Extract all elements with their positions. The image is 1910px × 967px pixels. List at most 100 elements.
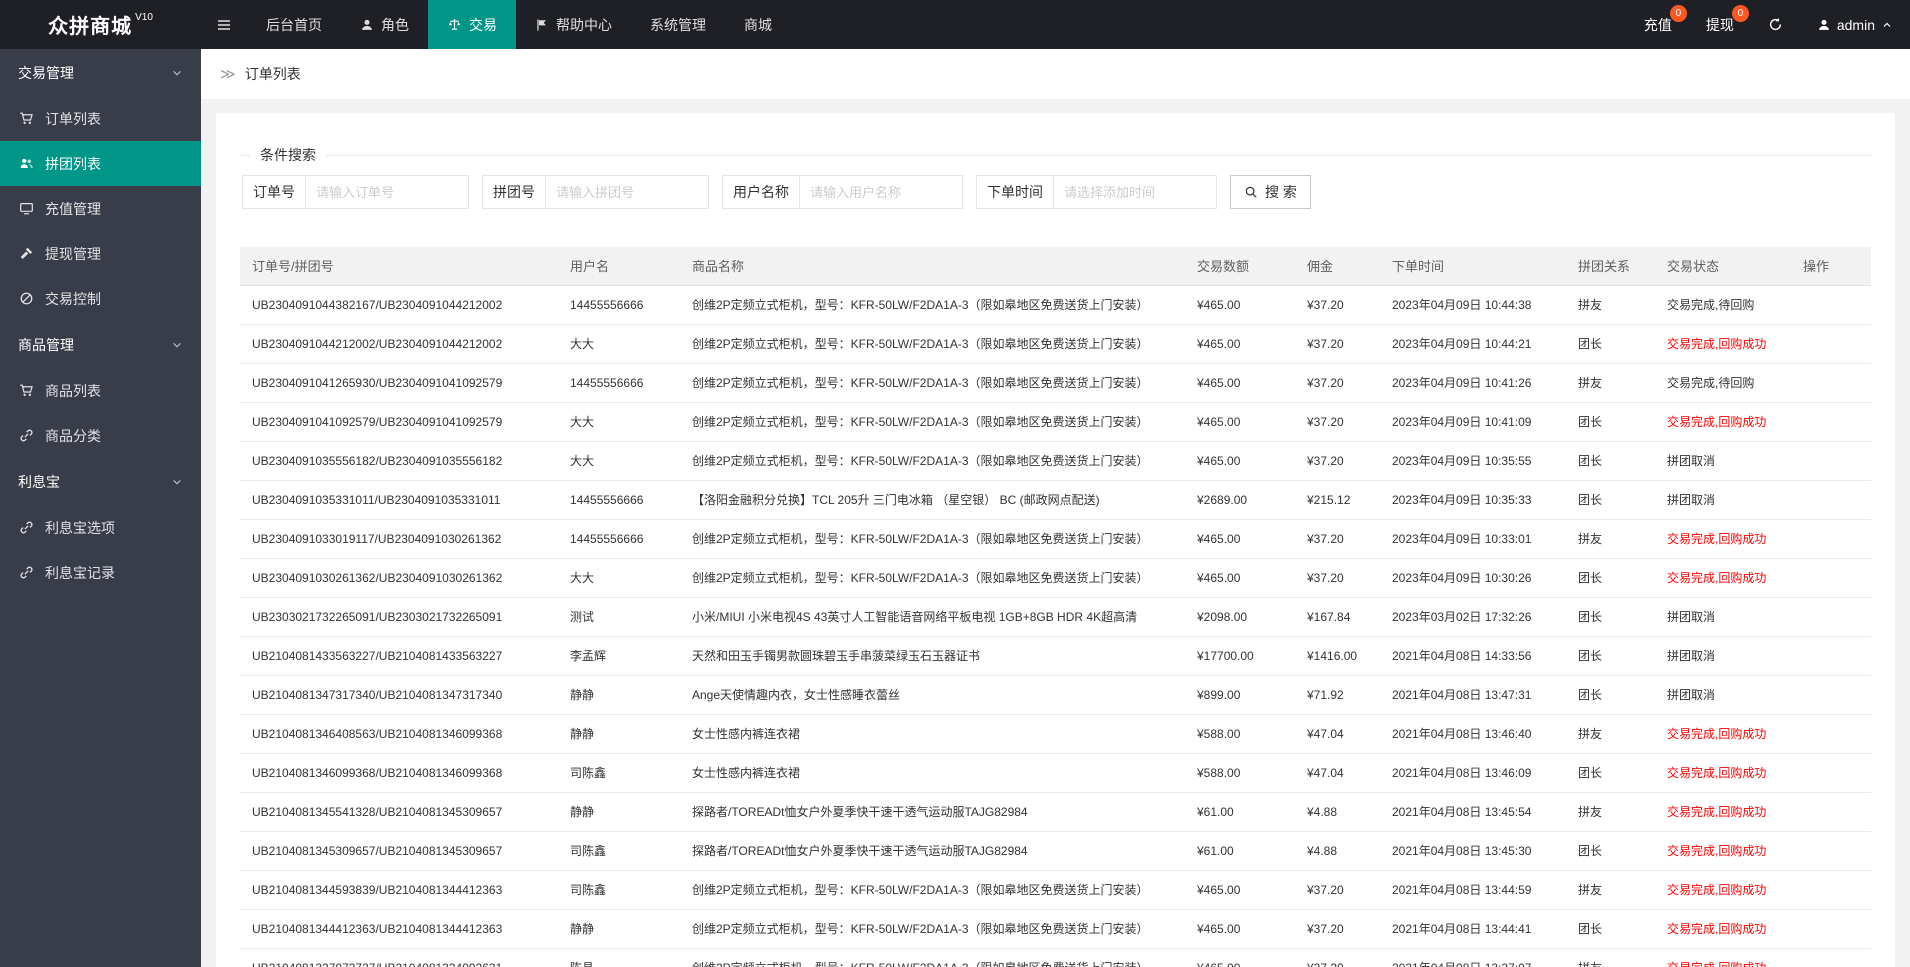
topnav-item-0[interactable]: 后台首页	[247, 0, 341, 49]
cell-product: 创维2P定频立式柜机，型号：KFR-50LW/F2DA1A-3（限如皋地区免费送…	[680, 909, 1185, 949]
status-text: 拼团取消	[1667, 649, 1716, 663]
search-bar: 订单号 拼团号 用户名称 下单时间	[240, 175, 1871, 209]
table-row: UB2104081346099368/UB2104081346099368 司陈鑫…	[240, 753, 1871, 793]
sidebar-item-1-0[interactable]: 商品列表	[0, 368, 201, 413]
recharge-button[interactable]: 充值 0	[1627, 0, 1689, 49]
cell-operation	[1791, 441, 1871, 481]
recharge-badge: 0	[1669, 5, 1687, 22]
cell-product: 创维2P定频立式柜机，型号：KFR-50LW/F2DA1A-3（限如皋地区免费送…	[680, 558, 1185, 598]
search-button[interactable]: 搜 索	[1230, 175, 1311, 209]
cell-user: 静静	[558, 675, 680, 715]
table-row: UB2304091035331011/UB2304091035331011 144…	[240, 480, 1871, 520]
sidebar-item-1-1[interactable]: 商品分类	[0, 413, 201, 458]
table-row: UB2104081344593839/UB2104081344412363 司陈鑫…	[240, 870, 1871, 910]
app-version: V10	[135, 12, 153, 23]
cell-operation	[1791, 597, 1871, 637]
table-row: UB2304091030261362/UB2304091030261362 大大创…	[240, 558, 1871, 598]
cell-status: 交易完成,回购成功	[1655, 792, 1791, 832]
group-no-input[interactable]	[546, 175, 709, 209]
cell-time: 2023年04月09日 10:33:01	[1380, 519, 1566, 559]
cell-operation	[1791, 753, 1871, 793]
cart-icon	[18, 383, 35, 398]
cell-status: 交易完成,回购成功	[1655, 870, 1791, 910]
sidebar-item-0-4[interactable]: 交易控制	[0, 276, 201, 321]
search-legend: 条件搜索	[260, 147, 316, 163]
cell-status: 交易完成,待回购	[1655, 285, 1791, 325]
topnav-item-2[interactable]: 交易	[428, 0, 516, 49]
table-row: UB2104081345309657/UB2104081345309657 司陈鑫…	[240, 831, 1871, 871]
topnav-item-3[interactable]: 帮助中心	[516, 0, 631, 49]
link-icon	[18, 520, 35, 535]
table-row: UB2104081347317340/UB2104081347317340 静静 A…	[240, 675, 1871, 715]
cell-order: UB2303021732265091/UB2303021732265091	[240, 597, 558, 637]
sidebar-group-0[interactable]: 交易管理	[0, 49, 201, 96]
cell-status: 交易完成,回购成功	[1655, 753, 1791, 793]
withdraw-label: 提现	[1705, 16, 1734, 33]
withdraw-button[interactable]: 提现 0	[1689, 0, 1751, 49]
circle-icon	[18, 291, 35, 306]
cell-commission: ¥37.20	[1295, 402, 1380, 442]
cell-product: 创维2P定频立式柜机，型号：KFR-50LW/F2DA1A-3（限如皋地区免费送…	[680, 324, 1185, 364]
cell-user: 测试	[558, 597, 680, 637]
table-row: UB2104081433563227/UB2104081433563227 李孟辉…	[240, 636, 1871, 676]
topnav-item-label: 系统管理	[650, 16, 706, 33]
cell-product: 【洛阳金融积分兑换】TCL 205升 三门电冰箱 （星空银） BC (邮政网点配…	[680, 480, 1185, 520]
cell-operation	[1791, 519, 1871, 559]
cell-status: 交易完成,回购成功	[1655, 324, 1791, 364]
cell-commission: ¥47.04	[1295, 714, 1380, 754]
sidebar-item-label: 商品分类	[45, 427, 101, 444]
sidebar-group-2[interactable]: 利息宝	[0, 458, 201, 505]
table-header-row: 订单号/拼团号 用户名 商品名称 交易数额 佣金 下单时间 拼团关系 交易状态 操作	[240, 247, 1871, 286]
cell-amount: ¥2098.00	[1185, 597, 1295, 637]
order-time-input[interactable]	[1054, 175, 1217, 209]
cell-commission: ¥37.20	[1295, 363, 1380, 403]
topnav-item-1[interactable]: 角色	[341, 0, 428, 49]
cell-product: 创维2P定频立式柜机，型号：KFR-50LW/F2DA1A-3（限如皋地区免费送…	[680, 402, 1185, 442]
cell-time: 2021年04月08日 13:27:07	[1380, 948, 1566, 967]
column-header: 操作	[1791, 247, 1871, 286]
orders-table: 订单号/拼团号 用户名 商品名称 交易数额 佣金 下单时间 拼团关系 交易状态 操作 UB230…	[240, 247, 1871, 967]
cell-status: 拼团取消	[1655, 480, 1791, 520]
cell-commission: ¥37.20	[1295, 870, 1380, 910]
cell-time: 2021年04月08日 13:46:09	[1380, 753, 1566, 793]
sidebar-item-0-1[interactable]: 拼团列表	[0, 141, 201, 186]
cell-operation	[1791, 948, 1871, 967]
table-row: UB2104081346408563/UB2104081346099368 静静女…	[240, 714, 1871, 754]
cell-operation	[1791, 636, 1871, 676]
admin-menu[interactable]: admin	[1800, 0, 1910, 49]
cell-amount: ¥61.00	[1185, 792, 1295, 832]
topnav-item-4[interactable]: 系统管理	[631, 0, 725, 49]
cell-relation: 团长	[1566, 909, 1655, 949]
status-text: 交易完成,回购成功	[1667, 532, 1767, 546]
status-text: 拼团取消	[1667, 454, 1716, 468]
sidebar-item-2-1[interactable]: 利息宝记录	[0, 550, 201, 595]
cell-time: 2021年04月08日 13:45:30	[1380, 831, 1566, 871]
app-logo: 众拼商城 V10	[0, 0, 201, 49]
cell-order: UB2304091044382167/UB2304091044212002	[240, 285, 558, 325]
cell-relation: 拼友	[1566, 519, 1655, 559]
cell-commission: ¥37.20	[1295, 285, 1380, 325]
topnav-item-5[interactable]: 商城	[725, 0, 791, 49]
order-no-input[interactable]	[306, 175, 469, 209]
cell-user: 大大	[558, 402, 680, 442]
search-icon	[1244, 185, 1258, 199]
sidebar-item-0-0[interactable]: 订单列表	[0, 96, 201, 141]
cell-commission: ¥167.84	[1295, 597, 1380, 637]
cell-order: UB2304091035331011/UB2304091035331011	[240, 480, 558, 520]
order-no-label: 订单号	[242, 175, 306, 209]
sidebar-item-0-3[interactable]: 提现管理	[0, 231, 201, 276]
sidebar-item-2-0[interactable]: 利息宝选项	[0, 505, 201, 550]
user-name-input[interactable]	[800, 175, 963, 209]
flag-icon	[535, 18, 549, 32]
cell-status: 交易完成,回购成功	[1655, 402, 1791, 442]
table-row: UB2303021732265091/UB2303021732265091 测试小…	[240, 597, 1871, 637]
chevron-down-icon	[171, 67, 183, 79]
hamburger-icon[interactable]	[201, 0, 247, 49]
chevron-up-icon	[1881, 19, 1893, 31]
cell-commission: ¥4.88	[1295, 792, 1380, 832]
refresh-button[interactable]	[1751, 0, 1800, 49]
sidebar-group-1[interactable]: 商品管理	[0, 321, 201, 368]
cell-order: UB2304091044212002/UB2304091044212002	[240, 324, 558, 364]
cell-relation: 团长	[1566, 753, 1655, 793]
sidebar-item-0-2[interactable]: 充值管理	[0, 186, 201, 231]
